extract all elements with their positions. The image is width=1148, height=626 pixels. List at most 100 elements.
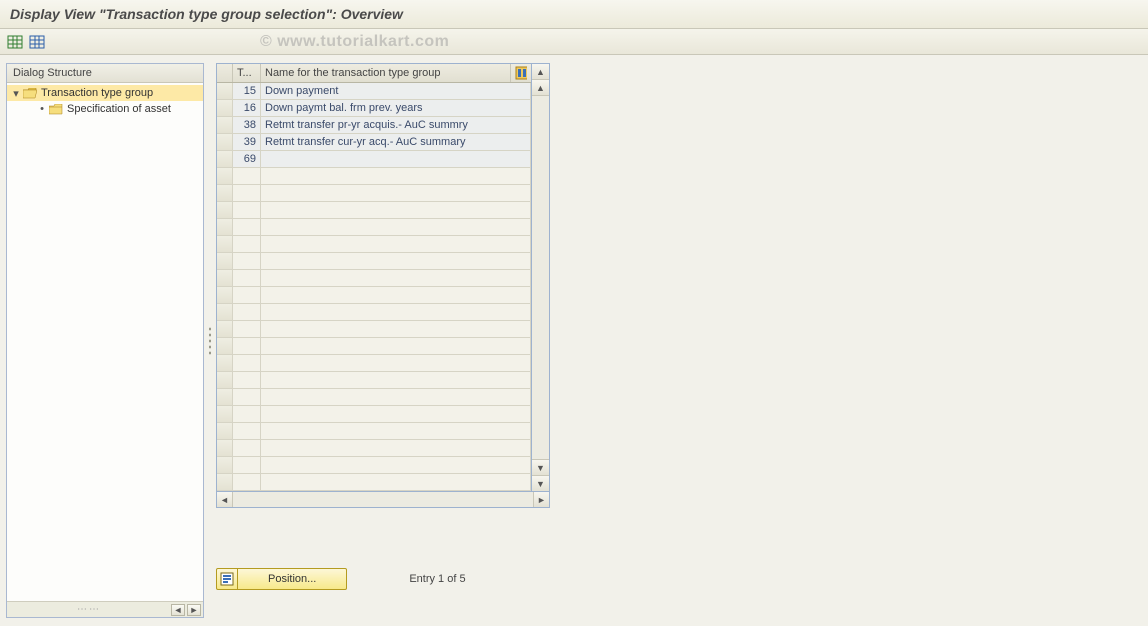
tree-collapse-icon[interactable]: ▾ (11, 87, 21, 100)
cell-code (233, 304, 261, 320)
table-row-empty (217, 355, 531, 372)
table-row-empty (217, 270, 531, 287)
row-selector (217, 423, 233, 439)
table-row-empty (217, 338, 531, 355)
scroll-left-button[interactable]: ◄ (217, 492, 233, 507)
cell-code: 39 (233, 134, 261, 150)
row-selector (217, 185, 233, 201)
hscroll-track[interactable] (233, 492, 533, 507)
cell-name: Down payment (261, 83, 531, 99)
table-hscrollbar[interactable]: ◄ ► (216, 492, 550, 508)
row-selector (217, 168, 233, 184)
cell-code (233, 236, 261, 252)
tree-node-transaction-type-group[interactable]: ▾ Transaction type group (7, 85, 203, 101)
sidebar-scroll-left-button[interactable]: ◄ (171, 604, 185, 616)
row-selector (217, 355, 233, 371)
table-grid-blue-icon (29, 34, 45, 50)
splitter-handle[interactable] (204, 63, 216, 618)
row-selector (217, 219, 233, 235)
table-grid-green-icon (7, 34, 23, 50)
table-row-empty (217, 389, 531, 406)
row-selector (217, 253, 233, 269)
sidebar-scroll-right-button[interactable]: ► (187, 604, 201, 616)
position-button[interactable]: Position... (238, 568, 347, 590)
table-row[interactable]: 38Retmt transfer pr-yr acquis.- AuC summ… (217, 117, 531, 134)
table-row-empty (217, 202, 531, 219)
scroll-up-button[interactable]: ▲ (532, 64, 549, 80)
cell-name (261, 236, 531, 252)
row-selector (217, 406, 233, 422)
resize-handle-icon[interactable]: ⋯⋯ (9, 604, 169, 615)
column-header-code[interactable]: T... (233, 64, 261, 82)
cell-code (233, 338, 261, 354)
row-selector (217, 474, 233, 490)
footer-row: Position... Entry 1 of 5 (216, 568, 1142, 590)
content-area: Dialog Structure ▾ Transaction type grou… (0, 55, 1148, 626)
row-selector[interactable] (217, 117, 233, 133)
table-row[interactable]: 15Down payment (217, 83, 531, 100)
cell-code (233, 185, 261, 201)
cell-name (261, 219, 531, 235)
cell-name: Retmt transfer cur-yr acq.- AuC summary (261, 134, 531, 150)
row-selector-header[interactable] (217, 64, 233, 82)
page-title: Display View "Transaction type group sel… (10, 6, 1138, 22)
cell-code (233, 287, 261, 303)
cell-code (233, 321, 261, 337)
cell-name (261, 440, 531, 456)
table-row[interactable]: 16Down paymt bal. frm prev. years (217, 100, 531, 117)
table-container: T... Name for the transaction type group… (216, 63, 1142, 492)
folder-closed-icon (49, 103, 63, 115)
table-row-empty (217, 253, 531, 270)
cell-name (261, 423, 531, 439)
position-control: Position... (216, 568, 347, 590)
table-row-empty (217, 457, 531, 474)
row-selector[interactable] (217, 83, 233, 99)
cell-name (261, 202, 531, 218)
cell-name (261, 304, 531, 320)
table-vscrollbar[interactable]: ▲ ▲ ▼ ▼ (532, 63, 550, 492)
collapse-all-button[interactable] (28, 33, 46, 51)
position-icon-button[interactable] (216, 568, 238, 590)
title-bar: Display View "Transaction type group sel… (0, 0, 1148, 29)
watermark-text: © www.tutorialkart.com (260, 33, 449, 51)
scroll-down-button[interactable]: ▼ (532, 475, 549, 491)
row-selector (217, 389, 233, 405)
table-row[interactable]: 39Retmt transfer cur-yr acq.- AuC summar… (217, 134, 531, 151)
row-selector (217, 236, 233, 252)
column-header-name[interactable]: Name for the transaction type group (261, 64, 511, 82)
cell-name (261, 270, 531, 286)
cell-code (233, 168, 261, 184)
table-row-empty (217, 423, 531, 440)
vscroll-track[interactable] (532, 96, 549, 459)
sidebar-hscroll: ⋯⋯ ◄ ► (7, 601, 203, 617)
cell-name (261, 185, 531, 201)
cell-name (261, 151, 531, 167)
table-row[interactable]: 69 (217, 151, 531, 168)
scroll-right-button[interactable]: ► (533, 492, 549, 507)
cell-name (261, 457, 531, 473)
row-selector[interactable] (217, 100, 233, 116)
cell-code (233, 219, 261, 235)
entry-status-text: Entry 1 of 5 (409, 573, 465, 585)
dialog-structure-header: Dialog Structure (7, 64, 203, 83)
table-header-row: T... Name for the transaction type group (217, 64, 531, 83)
table-row-empty (217, 185, 531, 202)
row-selector[interactable] (217, 134, 233, 150)
cell-name (261, 253, 531, 269)
configure-columns-button[interactable] (511, 64, 531, 82)
table-row-empty (217, 236, 531, 253)
cell-name: Down paymt bal. frm prev. years (261, 100, 531, 116)
cell-name (261, 287, 531, 303)
grip-icon (208, 326, 212, 356)
cell-code (233, 440, 261, 456)
scroll-down-button-2[interactable]: ▼ (532, 459, 549, 475)
cell-code (233, 389, 261, 405)
row-selector[interactable] (217, 151, 233, 167)
scroll-up-button-2[interactable]: ▲ (532, 80, 549, 96)
table-row-empty (217, 321, 531, 338)
tree-node-specification-of-asset[interactable]: • Specification of asset (7, 101, 203, 117)
row-selector (217, 287, 233, 303)
expand-all-button[interactable] (6, 33, 24, 51)
main-panel: T... Name for the transaction type group… (216, 63, 1142, 618)
dialog-structure-panel: Dialog Structure ▾ Transaction type grou… (6, 63, 204, 618)
